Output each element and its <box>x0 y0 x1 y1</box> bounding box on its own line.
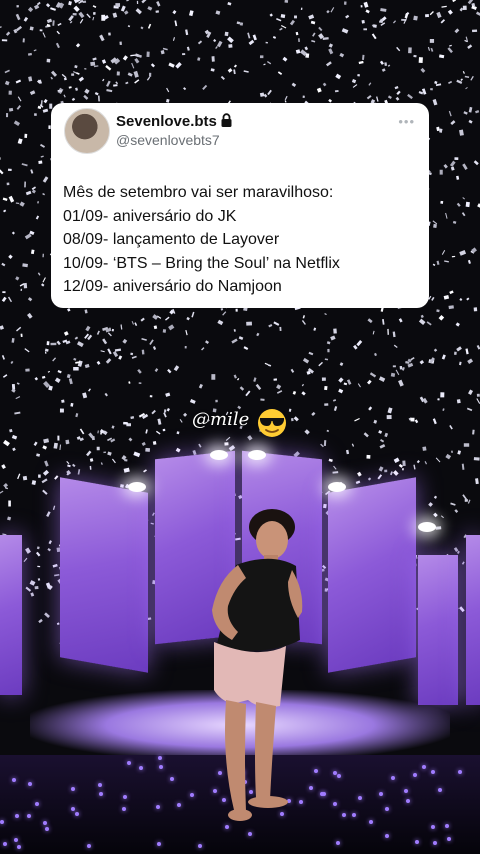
tweet-handle[interactable]: @sevenlovebts7 <box>116 132 220 148</box>
crowd <box>0 755 480 854</box>
stage-screen <box>418 555 458 705</box>
stage-screen <box>60 477 148 673</box>
tweet-line: Mês de setembro vai ser maravilhoso: <box>63 184 334 201</box>
stage-screen <box>155 450 235 645</box>
tweet-card[interactable]: Sevenlove.bts @sevenlovebts7 ••• Mês de … <box>51 103 429 308</box>
stage-floor <box>30 690 450 760</box>
tweet-line: 12/09- aniversário do Namjoon <box>63 278 282 295</box>
profile-avatar[interactable] <box>64 108 110 154</box>
stage-light <box>128 482 146 492</box>
stage-light <box>248 450 266 460</box>
stage-light <box>418 522 436 532</box>
stage-screen <box>0 535 22 695</box>
stage-screen <box>242 450 322 645</box>
more-options-icon[interactable]: ••• <box>398 114 415 129</box>
watermark-text: @mile <box>192 409 250 430</box>
stage-screen <box>328 477 416 673</box>
stage-light <box>328 482 346 492</box>
lock-icon <box>221 113 232 127</box>
tweet-line: 08/09- lançamento de Layover <box>63 231 280 248</box>
sunglasses-emoji-icon <box>258 409 286 437</box>
stage-light <box>210 450 228 460</box>
stage-screen <box>466 535 480 705</box>
tweet-line: 10/09- ‘BTS – Bring the Soul’ na Netflix <box>63 254 340 272</box>
tweet-line: 01/09- aniversário do JK <box>63 207 237 225</box>
tweet-display-name[interactable]: Sevenlove.bts <box>116 113 217 130</box>
tweet-text: Mês de setembro vai ser maravilhoso: 01/… <box>63 181 340 299</box>
